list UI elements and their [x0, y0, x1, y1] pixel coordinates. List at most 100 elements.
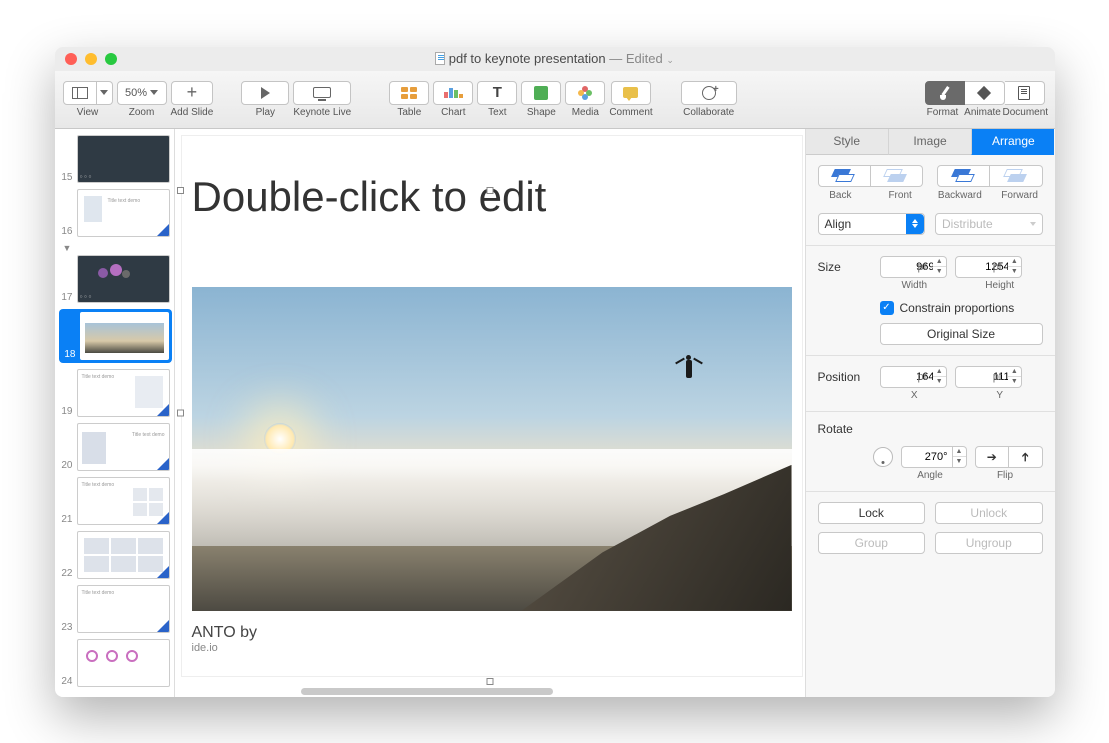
keynote-live-button[interactable]	[293, 81, 351, 105]
flip-horizontal-button[interactable]: ➔	[975, 446, 1010, 468]
selection-handle[interactable]	[486, 678, 493, 685]
media-label: Media	[572, 107, 599, 118]
slide-number: 17	[59, 292, 73, 303]
add-slide-button[interactable]: +	[171, 81, 213, 105]
canvas-scrollbar[interactable]	[301, 688, 553, 695]
media-button[interactable]	[565, 81, 605, 105]
slide-thumb[interactable]: ○ ○ ○	[77, 135, 170, 183]
animate-diamond-icon	[977, 85, 991, 99]
back-label: Back	[818, 190, 864, 201]
zoom-window-icon[interactable]	[105, 53, 117, 65]
document-label: Document	[1003, 107, 1047, 118]
width-input[interactable]	[880, 256, 940, 278]
slide-thumb[interactable]	[77, 531, 170, 579]
height-label: Height	[957, 280, 1043, 291]
title-placeholder[interactable]: Double-click to edit	[182, 173, 802, 221]
bring-to-front-button[interactable]	[871, 165, 923, 187]
slide-thumb[interactable]: Title text demo	[77, 189, 170, 237]
slide-thumb[interactable]: Title text demo	[77, 423, 170, 471]
y-stepper[interactable]: ▲▼	[1008, 366, 1022, 388]
disclosure-triangle-icon[interactable]: ▼	[59, 243, 174, 253]
rotate-dial[interactable]	[873, 447, 893, 467]
format-button[interactable]	[925, 81, 965, 105]
tab-image[interactable]: Image	[888, 129, 971, 155]
tab-arrange[interactable]: Arrange	[971, 129, 1054, 155]
backward-label: Backward	[937, 190, 983, 201]
view-label: View	[77, 107, 99, 118]
slide-caption[interactable]: ANTO by ide.io	[192, 624, 258, 654]
table-button[interactable]	[389, 81, 429, 105]
shape-icon	[534, 86, 548, 100]
animate-button[interactable]	[965, 81, 1005, 105]
slide-number: 24	[59, 676, 73, 687]
slide-thumb[interactable]: Title text demo	[77, 477, 170, 525]
chart-button[interactable]	[433, 81, 473, 105]
align-select[interactable]: Align	[818, 213, 926, 235]
text-button[interactable]: T	[477, 81, 517, 105]
zoom-chevron-icon	[150, 90, 158, 95]
bring-forward-button[interactable]	[990, 165, 1042, 187]
selected-image[interactable]	[192, 287, 792, 611]
slide-canvas[interactable]: Double-click to edit ANTO by ide.io	[175, 129, 805, 697]
comment-label: Comment	[609, 107, 652, 118]
document-title-text: pdf to keynote presentation	[449, 51, 606, 66]
angle-input[interactable]	[901, 446, 953, 468]
chart-label: Chart	[441, 107, 465, 118]
selection-handle[interactable]	[486, 187, 493, 194]
x-stepper[interactable]: ▲▼	[933, 366, 947, 388]
angle-label: Angle	[893, 470, 968, 481]
slide-thumb[interactable]	[77, 639, 170, 687]
slide-thumb[interactable]: Title text demo	[77, 369, 170, 417]
selection-handle[interactable]	[177, 409, 184, 416]
zoom-value: 50%	[125, 87, 147, 99]
size-label: Size	[818, 260, 872, 274]
zoom-button[interactable]: 50%	[117, 81, 167, 105]
y-input[interactable]	[955, 366, 1015, 388]
width-stepper[interactable]: ▲▼	[933, 256, 947, 278]
title-menu-chevron-icon[interactable]: ⌄	[666, 55, 674, 65]
constrain-checkbox[interactable]: ✓	[880, 301, 894, 315]
group-button: Group	[818, 532, 926, 554]
document-button[interactable]	[1005, 81, 1045, 105]
text-label: Text	[488, 107, 506, 118]
view-button[interactable]	[63, 81, 97, 105]
unlock-button: Unlock	[935, 502, 1043, 524]
format-inspector: Style Image Arrange Back F	[805, 129, 1055, 697]
slide-thumb-selected[interactable]	[80, 312, 169, 360]
slide-thumb[interactable]: ○ ○ ○	[77, 255, 170, 303]
send-backward-button[interactable]	[937, 165, 990, 187]
shape-button[interactable]	[521, 81, 561, 105]
play-button[interactable]	[241, 81, 289, 105]
screen-icon	[313, 87, 331, 98]
angle-stepper[interactable]: ▲▼	[953, 446, 967, 468]
view-menu-chevron-icon[interactable]	[97, 81, 113, 105]
height-stepper[interactable]: ▲▼	[1008, 256, 1022, 278]
collaborate-button[interactable]	[681, 81, 737, 105]
forward-label: Forward	[997, 190, 1043, 201]
slide-number: 15	[59, 172, 73, 183]
height-input[interactable]	[955, 256, 1015, 278]
slide-number: 16	[59, 226, 73, 237]
document-icon	[435, 52, 445, 65]
shape-label: Shape	[527, 107, 556, 118]
keynote-window: pdf to keynote presentation — Edited ⌄ V…	[55, 47, 1055, 697]
x-input[interactable]	[880, 366, 940, 388]
selection-handle[interactable]	[177, 187, 184, 194]
send-to-back-button[interactable]	[818, 165, 871, 187]
close-window-icon[interactable]	[65, 53, 77, 65]
slide-navigator[interactable]: 15○ ○ ○ 16Title text demo ▼ 17○ ○ ○ 18 1…	[55, 129, 175, 697]
original-size-button[interactable]: Original Size	[880, 323, 1043, 345]
position-label: Position	[818, 370, 872, 384]
comment-button[interactable]	[611, 81, 651, 105]
lock-button[interactable]: Lock	[818, 502, 926, 524]
minimize-window-icon[interactable]	[85, 53, 97, 65]
slide-number: 19	[59, 406, 73, 417]
slide-thumb[interactable]: Title text demo	[77, 585, 170, 633]
person-silhouette-icon	[682, 355, 696, 385]
y-label: Y	[957, 390, 1043, 401]
play-icon	[261, 87, 270, 99]
tab-style[interactable]: Style	[806, 129, 888, 155]
flip-vertical-button[interactable]: ➔	[1009, 446, 1043, 468]
distribute-select: Distribute	[935, 213, 1043, 235]
chart-icon	[444, 88, 462, 98]
